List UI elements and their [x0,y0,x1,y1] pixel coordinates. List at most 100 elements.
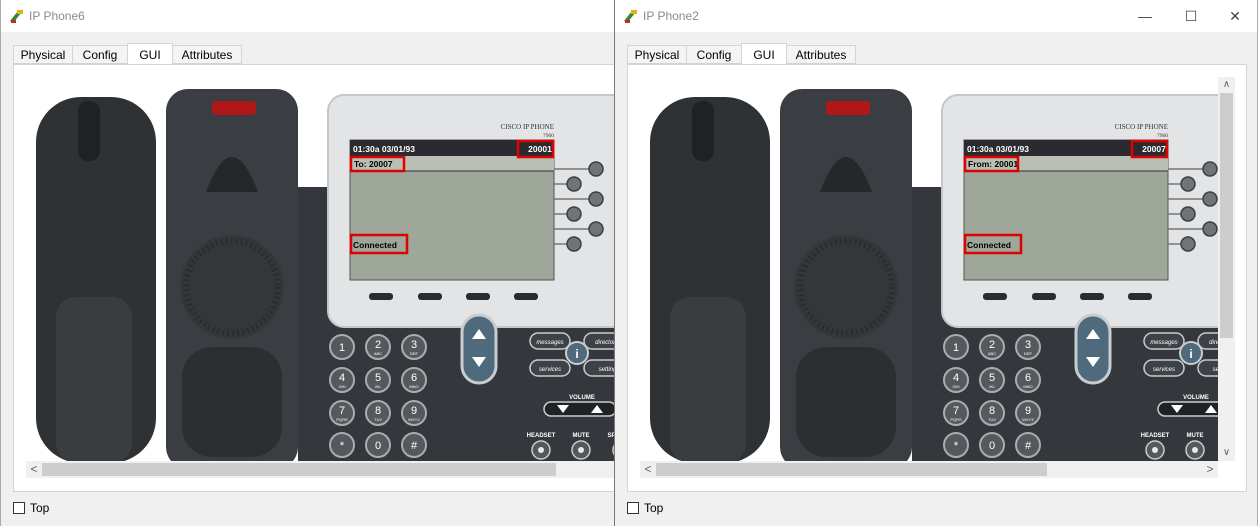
line-button-2[interactable] [566,176,582,192]
brand-label: CISCO IP PHONE [501,123,554,131]
lcd-datetime: 01:30a 03/01/93 [967,144,1029,154]
volume-rocker[interactable] [543,401,614,417]
handset-earpiece-slot [78,101,100,161]
maximize-icon[interactable]: ☐ [1176,6,1206,26]
minimize-icon[interactable]: — [1130,6,1160,26]
horizontal-scrollbar[interactable]: < [26,461,614,478]
line-button-4[interactable] [1180,206,1196,222]
tab-attributes[interactable]: Attributes [172,45,242,64]
softkey-1[interactable] [369,293,393,300]
line-button-4[interactable] [566,206,582,222]
lcd-extension: 20007 [1142,144,1166,154]
keypad-digit: 4 [339,372,345,384]
top-checkbox[interactable] [13,502,25,514]
line-button-6[interactable] [566,236,582,252]
top-checkbox[interactable] [627,502,639,514]
tab-physical[interactable]: Physical [627,45,687,64]
keypad-letters: TUV [374,417,382,422]
close-icon[interactable]: ✕ [1220,6,1250,26]
cradle-lower-panel [182,347,282,457]
navigation-button[interactable] [1074,313,1112,385]
tab-gui[interactable]: GUI [127,43,173,65]
lcd-extension: 20001 [528,144,552,154]
messages-button-label: messages [1150,340,1177,346]
info-button-label: i [1189,347,1192,361]
keypad-digit: 8 [989,405,995,417]
keypad-digit: 7 [339,405,345,417]
title-bar[interactable]: IP Phone6 [1,0,614,32]
directories-button-label: directories [1209,340,1218,346]
scrollbar-thumb[interactable] [42,463,556,476]
line-button-1[interactable] [588,161,604,177]
line-button-6[interactable] [1180,236,1196,252]
ip-phone-image: CISCO IP PHONE796001:30a 03/01/93 20001To… [36,89,614,461]
keypad-digit: 2 [375,339,381,351]
keypad-digit: 7 [953,405,959,417]
packet-tracer-phone-icon [10,10,23,23]
volume-label: VOLUME [569,395,595,401]
lcd-status: Connected [353,240,397,250]
keypad-letters: WXYZ [408,417,420,422]
mute-label: MUTE [1187,433,1204,439]
scroll-right-icon[interactable]: > [1202,461,1218,478]
ip-phone-image: CISCO IP PHONE 7960 01:30a 03/01/93 20007 Fr… [650,89,1218,461]
line-button-5[interactable] [588,221,604,237]
handset-earpiece-slot [692,101,714,161]
info-button-label: i [575,347,578,361]
top-checkbox-label: Top [644,501,664,515]
keypad-letters: PQRS [336,417,348,422]
scroll-up-icon[interactable]: ∧ [1218,77,1235,93]
brand-label: CISCO IP PHONE [1115,123,1168,131]
line-button-3[interactable] [588,191,604,207]
vertical-scrollbar[interactable]: ∧ ∨ [1218,77,1235,461]
softkey-4[interactable] [514,293,538,300]
scroll-down-icon[interactable]: ∨ [1218,445,1235,461]
keypad-digit: # [1025,440,1032,452]
horizontal-scrollbar[interactable]: < > [640,461,1218,478]
lcd-call-line: From: 20001 [968,159,1018,169]
volume-label: VOLUME [1183,395,1209,401]
softkey-3[interactable] [466,293,490,300]
tab-config[interactable]: Config [686,45,742,64]
keypad-letters: WXYZ [1022,417,1034,422]
tab-config[interactable]: Config [72,45,128,64]
tab-gui[interactable]: GUI [741,43,787,65]
softkey-2[interactable] [418,293,442,300]
keypad-digit: 6 [411,372,417,384]
title-bar[interactable]: IP Phone2 — ☐ ✕ [615,0,1257,32]
keypad-letters: DEF [410,351,419,356]
line-button-1[interactable] [1202,161,1218,177]
tab-attributes[interactable]: Attributes [786,45,856,64]
keypad-digit: 9 [1025,405,1031,417]
keypad-letters: ABC [374,351,382,356]
softkey-2[interactable] [1032,293,1056,300]
headset-icon [1152,447,1158,453]
mute-icon [578,447,584,453]
keypad-digit: 9 [411,405,417,417]
softkey-3[interactable] [1080,293,1104,300]
keypad-digit: 8 [375,405,381,417]
navigation-button[interactable] [460,313,498,385]
services-button-label: services [1153,367,1175,373]
phone-viewport: CISCO IP PHONE 7960 01:30a 03/01/93 20001 To… [26,77,614,461]
softkey-1[interactable] [983,293,1007,300]
scroll-left-icon[interactable]: < [640,461,656,478]
model-label: 7960 [543,133,554,139]
top-checkbox-label: Top [30,501,50,515]
gui-panel: CISCO IP PHONE 7960 01:30a 03/01/93 20007 Fr… [627,64,1247,492]
softkey-4[interactable] [1128,293,1152,300]
keypad-letters: TUV [988,417,996,422]
tab-physical[interactable]: Physical [13,45,73,64]
directories-button-label: directories [595,340,614,346]
message-waiting-light [826,101,870,115]
keypad-digit: # [411,440,418,452]
line-button-2[interactable] [1180,176,1196,192]
line-button-3[interactable] [1202,191,1218,207]
scrollbar-thumb[interactable] [656,463,1047,476]
scrollbar-thumb[interactable] [1220,93,1233,338]
line-button-5[interactable] [1202,221,1218,237]
lcd-status: Connected [967,240,1011,250]
model-label: 7960 [1157,133,1168,139]
keypad-digit: 1 [953,342,959,354]
scroll-left-icon[interactable]: < [26,461,42,478]
